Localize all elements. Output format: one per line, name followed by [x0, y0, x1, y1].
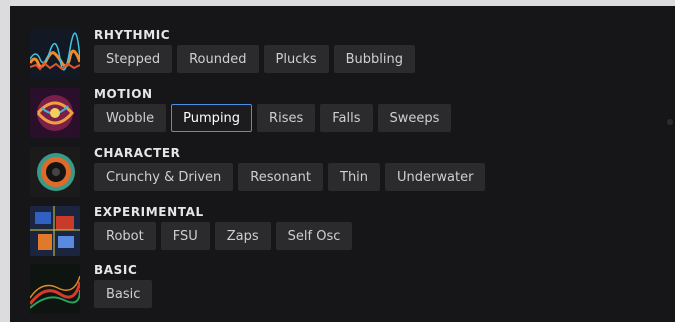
tag-button[interactable]: Wobble [94, 104, 167, 132]
motion-thumbnail-icon [30, 88, 80, 138]
category-title: BASIC [94, 263, 138, 277]
tag-button[interactable]: Falls [320, 104, 373, 132]
category-basic: BASIC Basic [30, 263, 670, 316]
category-title: MOTION [94, 87, 153, 101]
category-title: RHYTHMIC [94, 28, 171, 42]
tag-button[interactable]: Self Osc [275, 222, 353, 250]
tag-list: Robot FSU Zaps Self Osc [94, 222, 353, 250]
category-title: EXPERIMENTAL [94, 205, 204, 219]
category-rhythmic: RHYTHMIC Stepped Rounded Plucks Bubbling [30, 28, 670, 81]
tag-button-selected[interactable]: Pumping [171, 104, 253, 132]
tag-button[interactable]: Thin [328, 163, 381, 191]
experimental-thumbnail-icon [30, 206, 80, 256]
tag-button[interactable]: Basic [94, 280, 153, 308]
category-experimental: EXPERIMENTAL Robot FSU Zaps Self Osc [30, 205, 670, 258]
basic-thumbnail-icon [30, 264, 80, 314]
tag-button[interactable]: FSU [160, 222, 210, 250]
tag-button[interactable]: Resonant [238, 163, 323, 191]
tag-list: Stepped Rounded Plucks Bubbling [94, 45, 416, 73]
category-title: CHARACTER [94, 146, 181, 160]
tag-list: Crunchy & Driven Resonant Thin Underwate… [94, 163, 486, 191]
tag-button[interactable]: Zaps [214, 222, 271, 250]
tag-button[interactable]: Crunchy & Driven [94, 163, 234, 191]
tag-button[interactable]: Sweeps [377, 104, 452, 132]
rhythmic-thumbnail-icon [30, 29, 80, 79]
scroll-indicator [667, 119, 673, 125]
tag-list: Wobble Pumping Rises Falls Sweeps [94, 104, 452, 132]
tag-button[interactable]: Stepped [94, 45, 173, 73]
character-thumbnail-icon [30, 147, 80, 197]
tag-button[interactable]: Underwater [385, 163, 486, 191]
tag-list: Basic [94, 280, 153, 308]
tag-button[interactable]: Rises [257, 104, 316, 132]
tag-button[interactable]: Rounded [177, 45, 259, 73]
category-motion: MOTION Wobble Pumping Rises Falls Sweeps [30, 87, 670, 140]
preset-category-panel: RHYTHMIC Stepped Rounded Plucks Bubbling… [10, 6, 675, 322]
category-character: CHARACTER Crunchy & Driven Resonant Thin… [30, 146, 670, 199]
tag-button[interactable]: Robot [94, 222, 156, 250]
tag-button[interactable]: Plucks [263, 45, 329, 73]
tag-button[interactable]: Bubbling [333, 45, 416, 73]
